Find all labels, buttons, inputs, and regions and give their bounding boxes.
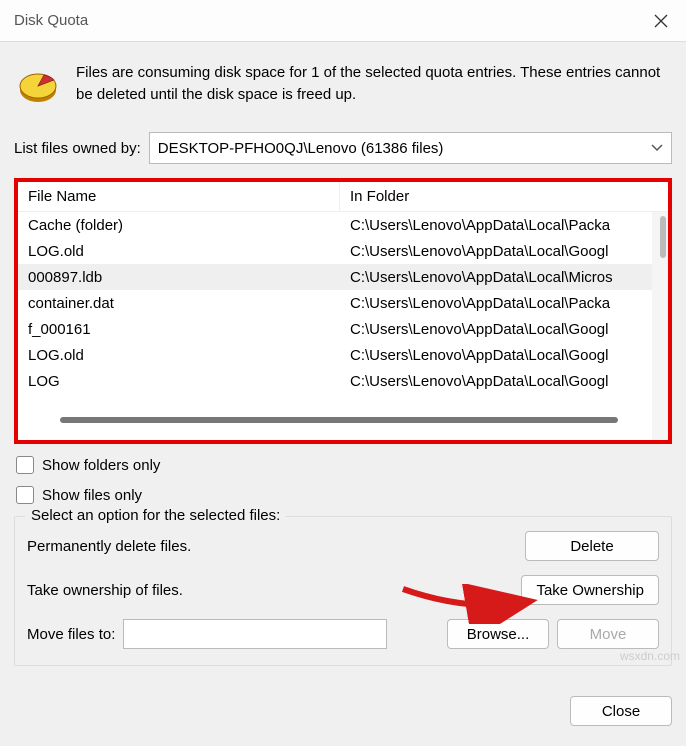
file-name-cell: container.dat	[18, 295, 340, 312]
vertical-scroll-thumb[interactable]	[660, 216, 666, 258]
vertical-scrollbar[interactable]	[652, 212, 668, 440]
file-name-cell: Cache (folder)	[18, 217, 340, 234]
show-folders-checkbox[interactable]	[16, 456, 34, 474]
close-icon[interactable]	[636, 0, 686, 42]
table-row[interactable]: Cache (folder)C:\Users\Lenovo\AppData\Lo…	[18, 212, 668, 238]
take-ownership-label: Take ownership of files.	[27, 582, 521, 599]
owned-by-label: List files owned by:	[14, 140, 141, 157]
table-row[interactable]: container.datC:\Users\Lenovo\AppData\Loc…	[18, 290, 668, 316]
show-folders-label: Show folders only	[42, 457, 160, 474]
file-folder-cell: C:\Users\Lenovo\AppData\Local\Packa	[340, 295, 668, 312]
window-title: Disk Quota	[14, 12, 88, 29]
permanently-delete-label: Permanently delete files.	[27, 538, 525, 555]
file-list-header: File Name In Folder	[18, 182, 668, 212]
table-row[interactable]: f_000161C:\Users\Lenovo\AppData\Local\Go…	[18, 316, 668, 342]
show-files-checkbox[interactable]	[16, 486, 34, 504]
show-files-label: Show files only	[42, 487, 142, 504]
file-list-box: File Name In Folder Cache (folder)C:\Use…	[14, 178, 672, 444]
column-file-name[interactable]: File Name	[18, 182, 340, 211]
options-group-label: Select an option for the selected files:	[25, 507, 286, 524]
file-folder-cell: C:\Users\Lenovo\AppData\Local\Packa	[340, 217, 668, 234]
table-row[interactable]: LOG.oldC:\Users\Lenovo\AppData\Local\Goo…	[18, 238, 668, 264]
watermark: wsxdn.com	[620, 649, 680, 663]
column-in-folder[interactable]: In Folder	[340, 182, 668, 211]
horizontal-scroll-thumb[interactable]	[60, 417, 618, 423]
titlebar: Disk Quota	[0, 0, 686, 42]
table-row[interactable]: LOG.oldC:\Users\Lenovo\AppData\Local\Goo…	[18, 342, 668, 368]
file-folder-cell: C:\Users\Lenovo\AppData\Local\Googl	[340, 321, 668, 338]
move-to-label: Move files to:	[27, 626, 115, 643]
file-name-cell: LOG.old	[18, 243, 340, 260]
table-row[interactable]: LOGC:\Users\Lenovo\AppData\Local\Googl	[18, 368, 668, 394]
horizontal-scrollbar[interactable]	[32, 421, 646, 433]
quota-pie-icon	[14, 62, 62, 110]
options-group: Select an option for the selected files:…	[14, 516, 672, 666]
owned-by-value: DESKTOP-PFHO0QJ\Lenovo (61386 files)	[158, 140, 444, 157]
close-button[interactable]: Close	[570, 696, 672, 726]
table-row[interactable]: 000897.ldbC:\Users\Lenovo\AppData\Local\…	[18, 264, 668, 290]
browse-button[interactable]: Browse...	[447, 619, 549, 649]
file-folder-cell: C:\Users\Lenovo\AppData\Local\Googl	[340, 373, 668, 390]
take-ownership-button[interactable]: Take Ownership	[521, 575, 659, 605]
move-to-input[interactable]	[123, 619, 387, 649]
file-name-cell: LOG.old	[18, 347, 340, 364]
file-folder-cell: C:\Users\Lenovo\AppData\Local\Micros	[340, 269, 668, 286]
file-name-cell: 000897.ldb	[18, 269, 340, 286]
file-folder-cell: C:\Users\Lenovo\AppData\Local\Googl	[340, 243, 668, 260]
owned-by-select[interactable]: DESKTOP-PFHO0QJ\Lenovo (61386 files)	[149, 132, 672, 164]
chevron-down-icon	[651, 141, 663, 155]
move-button: Move	[557, 619, 659, 649]
info-message: Files are consuming disk space for 1 of …	[76, 62, 672, 106]
file-folder-cell: C:\Users\Lenovo\AppData\Local\Googl	[340, 347, 668, 364]
file-name-cell: LOG	[18, 373, 340, 390]
file-name-cell: f_000161	[18, 321, 340, 338]
delete-button[interactable]: Delete	[525, 531, 659, 561]
